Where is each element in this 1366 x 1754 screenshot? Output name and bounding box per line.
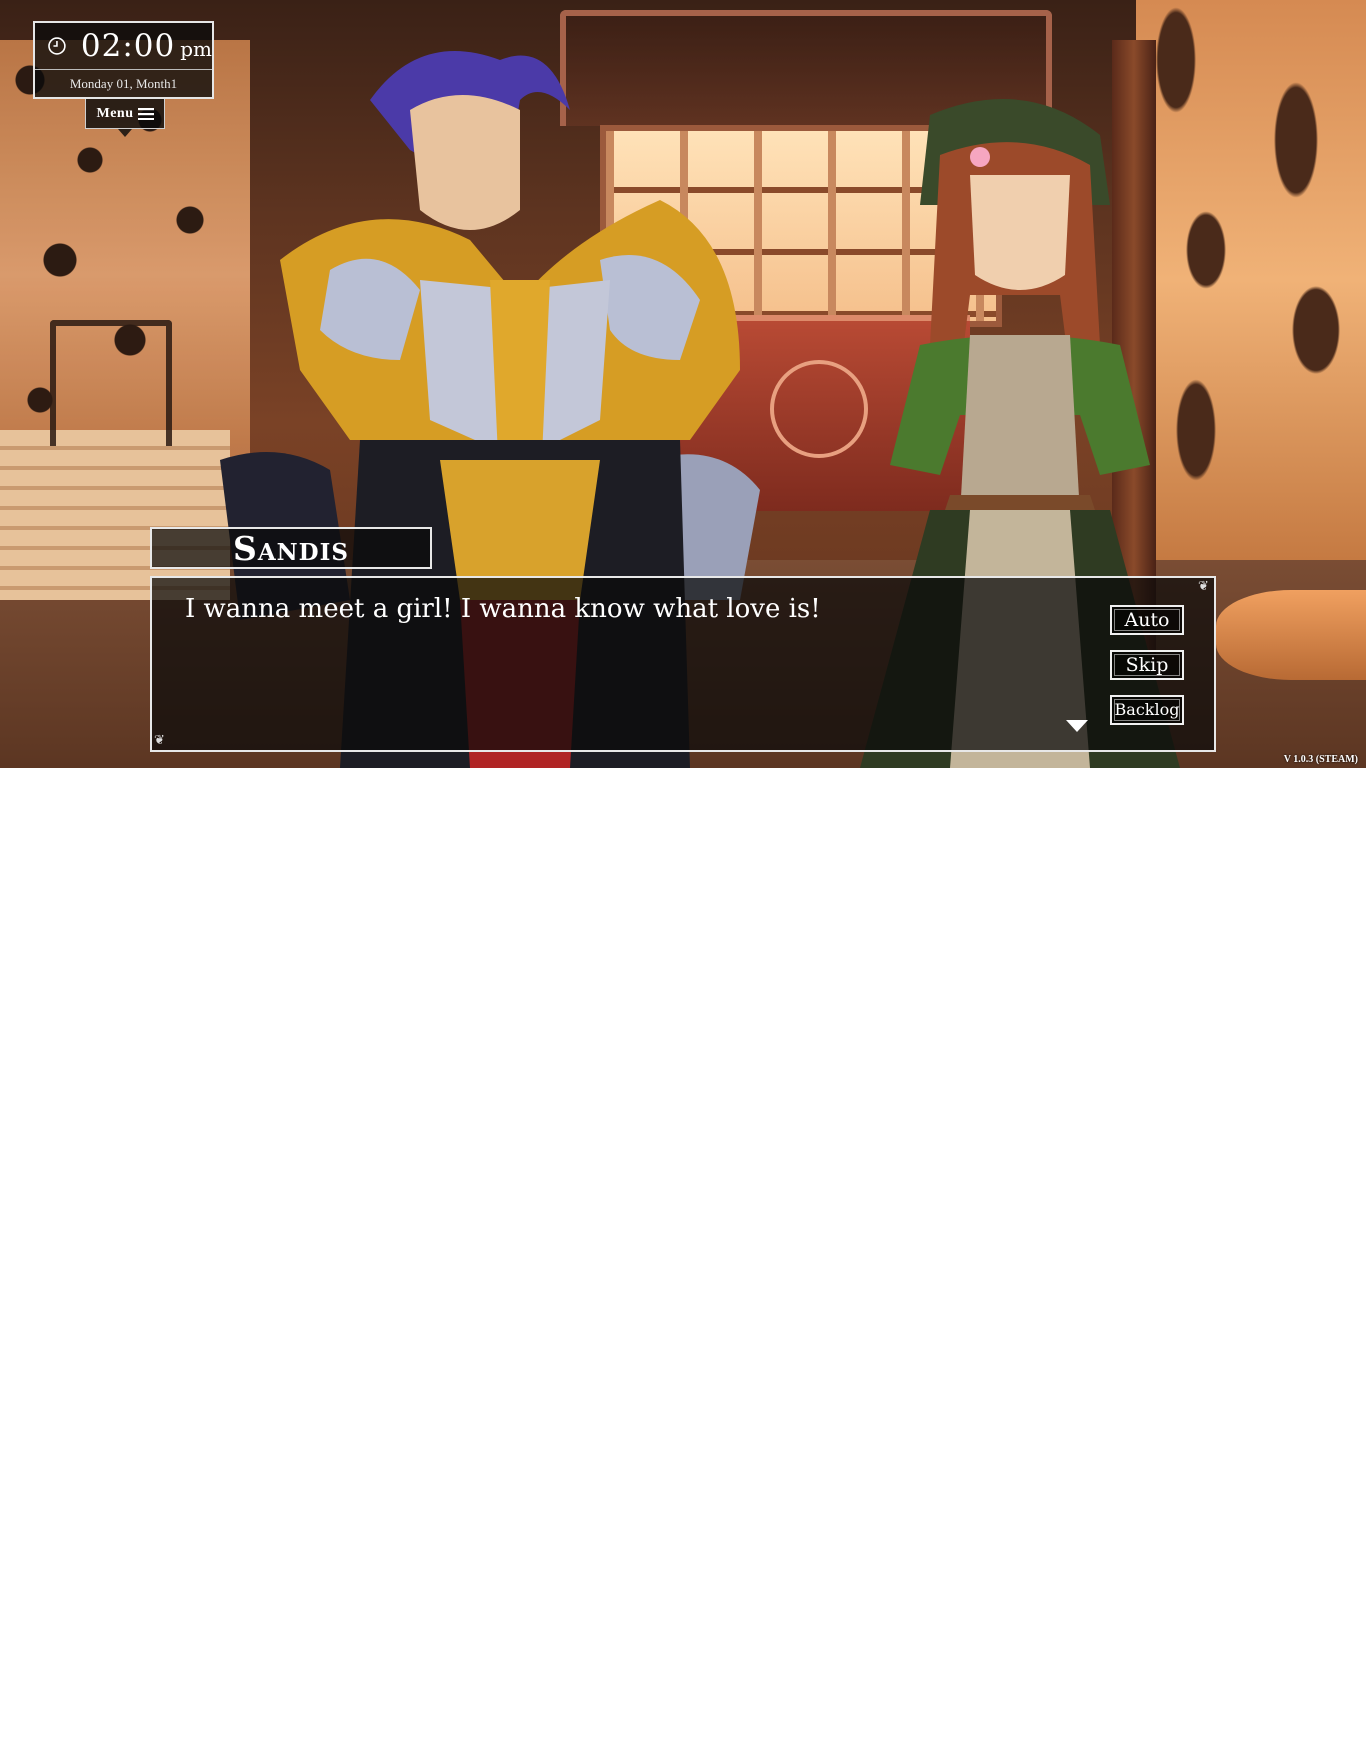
dialogue-box[interactable]: ❦ ❦ I wanna meet a girl! I wanna know wh… — [150, 576, 1216, 752]
ornament-corner-icon: ❦ — [154, 733, 165, 748]
triangle-down-icon[interactable] — [1066, 720, 1088, 732]
version-label: V 1.0.3 (STEAM) — [1283, 754, 1358, 765]
hamburger-icon — [137, 107, 154, 120]
skip-button[interactable]: Skip — [1110, 650, 1184, 680]
backlog-button[interactable]: Backlog — [1110, 695, 1184, 725]
menu-label: Menu — [96, 105, 134, 121]
menu-pointer — [118, 129, 132, 137]
speaker-namebox: Sandis — [150, 527, 432, 569]
clock-ampm: pm — [180, 37, 212, 61]
tavern-chair — [50, 320, 172, 446]
speaker-name: Sandis — [232, 528, 349, 568]
clock-panel: 02:00 pm Monday 01, Month1 — [33, 21, 214, 99]
ornament-corner-icon: ❦ — [1198, 579, 1209, 594]
auto-button[interactable]: Auto — [1110, 605, 1184, 635]
clock-date: Monday 01, Month1 — [35, 69, 212, 99]
dialogue-text: I wanna meet a girl! I wanna know what l… — [185, 594, 821, 624]
tavern-table — [1216, 590, 1366, 680]
clock-icon — [48, 37, 66, 55]
menu-button[interactable]: Menu — [85, 99, 165, 129]
stairs — [0, 430, 230, 600]
clock-time: 02:00 — [80, 28, 176, 64]
